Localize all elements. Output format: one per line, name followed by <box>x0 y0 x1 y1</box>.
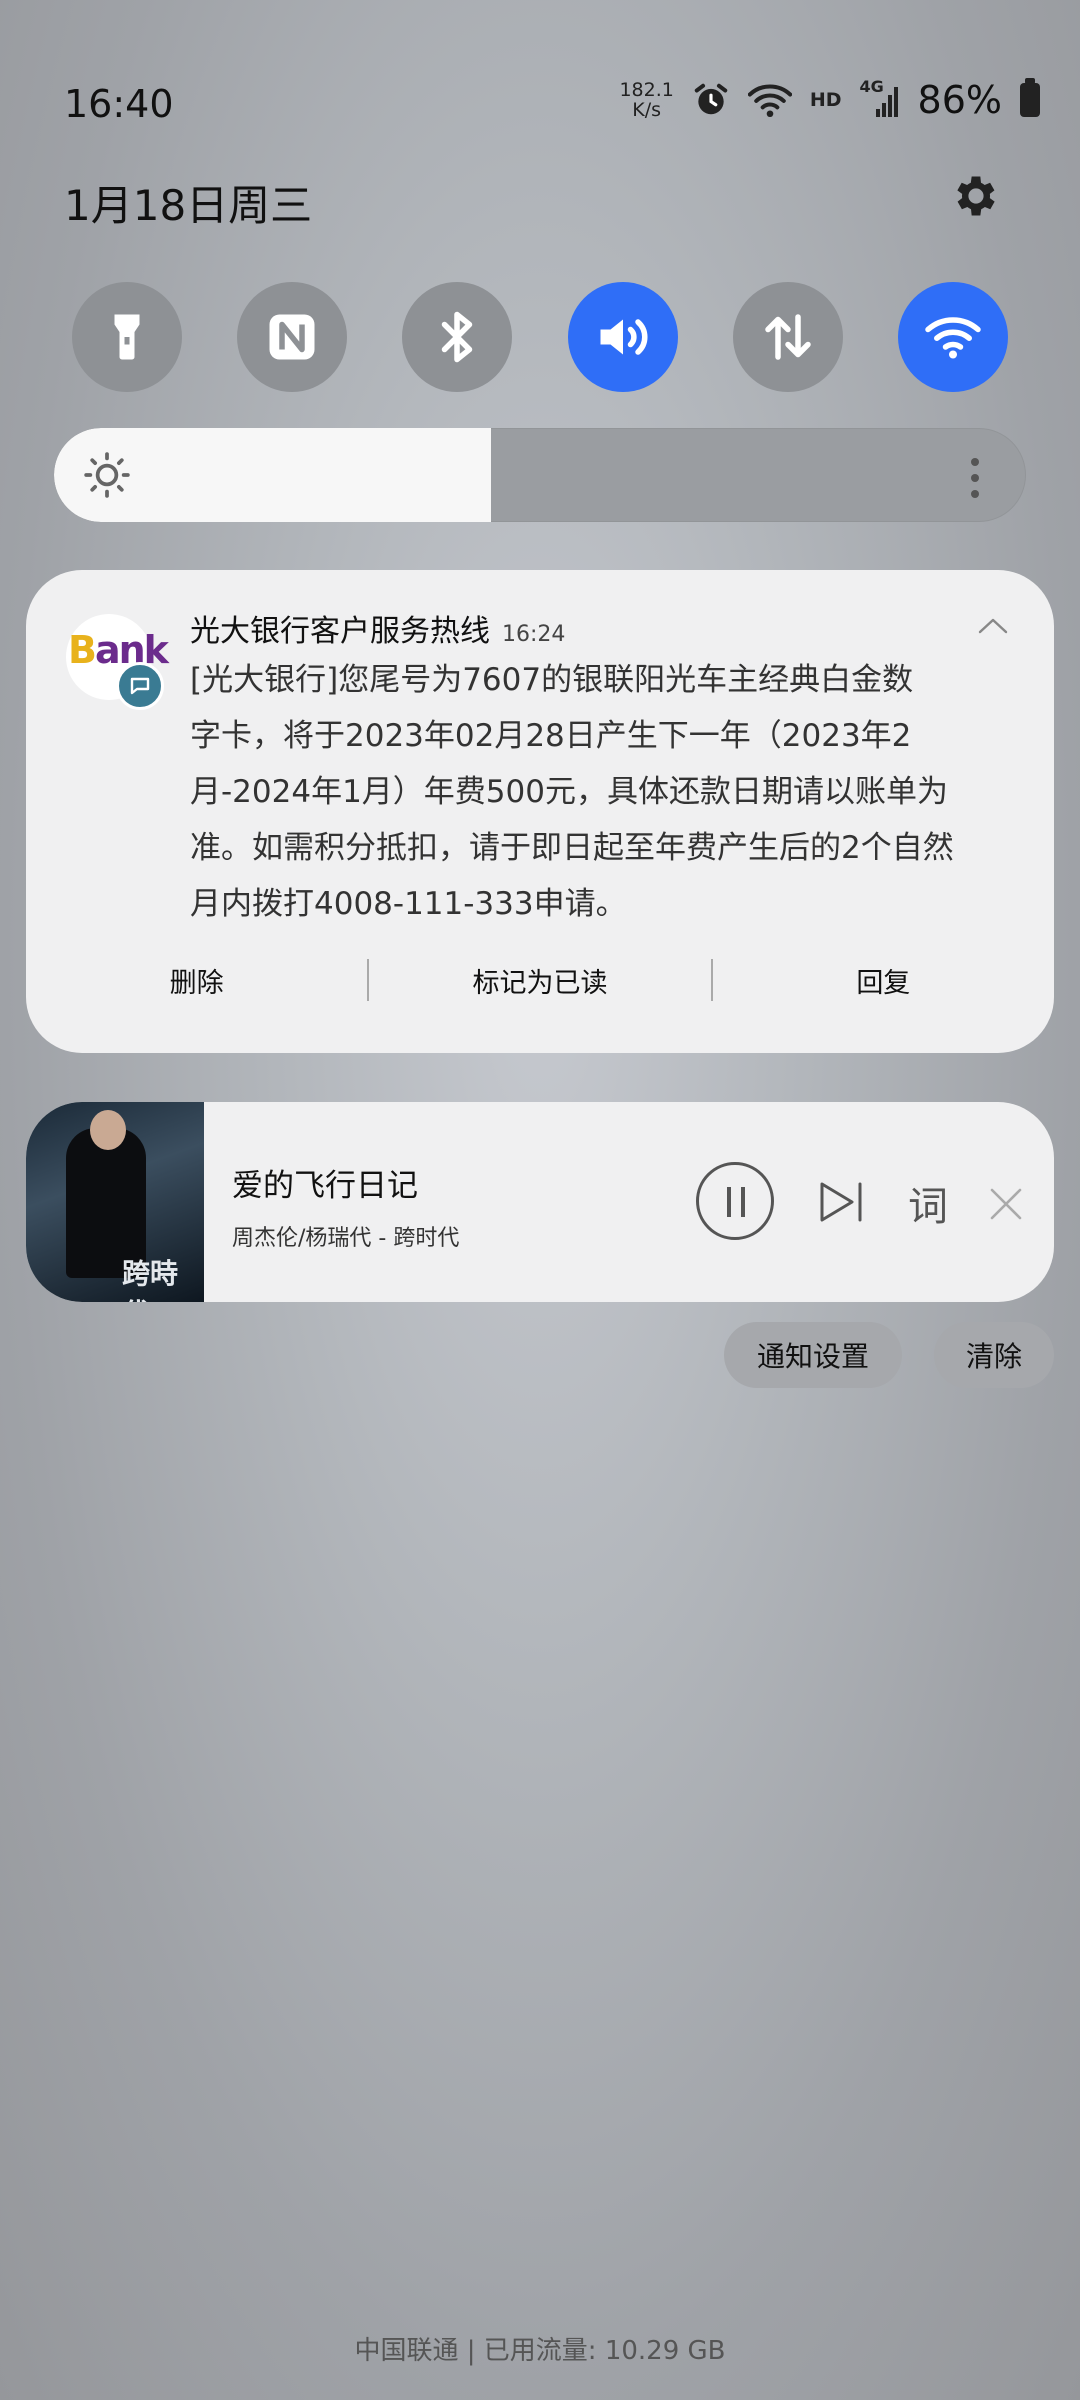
notification-body: [光大银行]您尾号为7607的银联阳光车主经典白金数 字卡，将于2023年02月… <box>190 652 990 932</box>
notification-line: 字卡，将于2023年02月28日产生下一年（2023年2 <box>190 718 912 754</box>
app-icon: Bank <box>66 614 169 710</box>
quick-toggles <box>72 282 1008 392</box>
data-arrows-icon <box>765 314 811 360</box>
toggle-wifi[interactable] <box>897 282 1008 392</box>
nfc-icon <box>269 314 315 360</box>
volume-icon <box>600 319 648 355</box>
status-time: 16:40 <box>64 82 174 126</box>
chevron-up-icon[interactable] <box>976 616 1010 636</box>
toggle-mobile-data[interactable] <box>732 282 843 392</box>
notification-header: 光大银行客户服务热线 16:24 <box>190 606 565 650</box>
delete-button[interactable]: 删除 <box>26 961 367 1000</box>
notification-app-title: 光大银行客户服务热线 <box>190 614 490 649</box>
toggle-sound[interactable] <box>567 282 678 392</box>
more-options-icon[interactable] <box>970 458 980 498</box>
toggle-flashlight[interactable] <box>72 282 182 392</box>
notification-settings-button[interactable]: 通知设置 <box>724 1322 902 1388</box>
notification-time: 16:24 <box>502 622 566 647</box>
gear-icon[interactable] <box>950 170 1002 222</box>
notification-line: 月-2024年1月）年费500元，具体还款日期请以账单为 <box>190 774 948 810</box>
notification-line: 准。如需积分抵扣，请于即日起至年费产生后的2个自然 <box>190 830 954 866</box>
message-bubble-icon <box>116 662 164 710</box>
flashlight-icon <box>114 314 140 360</box>
album-cover: 跨時代 <box>26 1102 204 1302</box>
media-player-card[interactable]: 跨時代 爱的飞行日记 周杰伦/杨瑞代 - 跨时代 词 <box>26 1102 1054 1302</box>
notification-card[interactable]: Bank 光大银行客户服务热线 16:24 [光大银行]您尾号为7607的银联阳光… <box>26 570 1054 1053</box>
cover-text: 跨時代 <box>122 1257 179 1302</box>
toggle-nfc[interactable] <box>237 282 348 392</box>
signal-icon: 4G <box>860 77 900 119</box>
status-icons: 182.1 K/s HD 4G 86% <box>619 77 1040 122</box>
toggle-bluetooth[interactable] <box>402 282 513 392</box>
lyrics-button[interactable]: 词 <box>908 1174 948 1232</box>
brightness-icon <box>84 452 130 498</box>
wifi-icon <box>925 317 981 359</box>
hd-label: HD <box>809 89 842 111</box>
bluetooth-icon <box>442 311 473 363</box>
carrier-data-usage: 中国联通 | 已用流量: 10.29 GB <box>354 2336 726 2366</box>
mark-read-button[interactable]: 标记为已读 <box>369 961 710 1000</box>
net-speed-unit: K/s <box>632 99 662 121</box>
artist-album: 周杰伦/杨瑞代 - 跨时代 <box>232 1226 460 1251</box>
brightness-slider[interactable] <box>54 428 1026 522</box>
song-title: 爱的飞行日记 <box>232 1168 418 1204</box>
battery-icon <box>1020 78 1040 117</box>
battery-percent: 86% <box>917 78 1002 122</box>
date-label: 1月18日周三 <box>64 181 313 230</box>
wifi-status-icon <box>747 84 792 118</box>
close-icon[interactable] <box>988 1186 1024 1222</box>
notification-line: [光大银行]您尾号为7607的银联阳光车主经典白金数 <box>190 662 914 698</box>
notification-line: 月内拨打4008-111-333申请。 <box>190 886 627 922</box>
alarm-icon <box>694 83 728 115</box>
net-speed: 182.1 K/s <box>619 80 673 120</box>
clear-button[interactable]: 清除 <box>934 1322 1054 1388</box>
net-speed-value: 182.1 <box>619 79 674 101</box>
reply-button[interactable]: 回复 <box>713 961 1054 1000</box>
next-track-icon[interactable] <box>816 1180 866 1224</box>
notification-actions: 删除 标记为已读 回复 <box>26 950 1054 1010</box>
pause-button[interactable] <box>696 1162 774 1240</box>
cover-head <box>90 1110 126 1150</box>
